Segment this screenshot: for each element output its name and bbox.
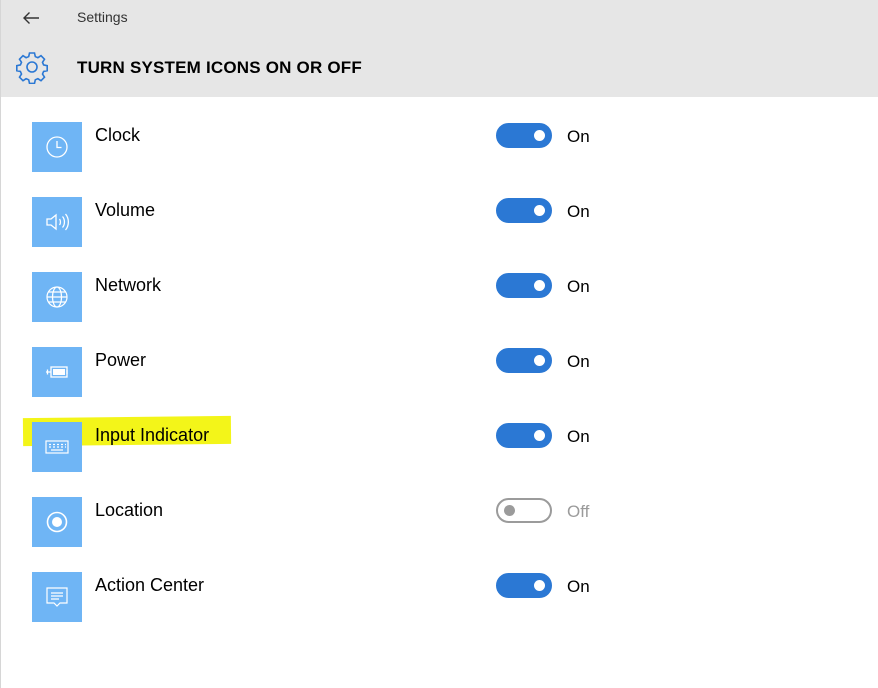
action-center-icon <box>46 587 68 607</box>
page-title: TURN SYSTEM ICONS ON OR OFF <box>77 58 362 77</box>
toggle-knob <box>534 430 545 441</box>
page-header: TURN SYSTEM ICONS ON OR OFF <box>1 36 878 97</box>
title-bar: Settings <box>1 0 878 36</box>
back-button[interactable] <box>17 4 45 32</box>
list-item-location: Location Off <box>1 472 878 547</box>
network-label: Network <box>95 275 162 295</box>
toggle-knob <box>534 355 545 366</box>
list-item-action-center: Action Center On <box>1 547 878 622</box>
input-indicator-label: Input Indicator <box>95 425 210 445</box>
toggle-knob <box>504 505 515 516</box>
input-indicator-state: On <box>567 427 590 446</box>
clock-tile <box>32 122 82 172</box>
list-item-network: Network On <box>1 247 878 322</box>
action-center-tile <box>32 572 82 622</box>
volume-tile <box>32 197 82 247</box>
keyboard-icon <box>45 440 69 454</box>
network-state: On <box>567 277 590 296</box>
back-arrow-icon <box>23 12 39 24</box>
toggle-knob <box>534 130 545 141</box>
power-state: On <box>567 352 590 371</box>
power-tile <box>32 347 82 397</box>
location-toggle[interactable] <box>496 498 552 523</box>
speaker-icon <box>46 213 69 231</box>
list-item-power: Power On <box>1 322 878 397</box>
gear-icon <box>16 52 48 84</box>
location-tile <box>32 497 82 547</box>
app-title: Settings <box>77 9 128 25</box>
volume-toggle[interactable] <box>496 198 552 223</box>
list-item-clock: Clock On <box>1 97 878 172</box>
list-item-volume: Volume On <box>1 172 878 247</box>
globe-icon <box>46 286 68 308</box>
network-toggle[interactable] <box>496 273 552 298</box>
power-label: Power <box>95 350 147 370</box>
settings-window: Settings TURN SYSTEM ICONS ON OR OFF Clo… <box>0 0 878 688</box>
input-indicator-toggle[interactable] <box>496 423 552 448</box>
input-indicator-tile <box>32 422 82 472</box>
clock-icon <box>46 136 68 158</box>
list-item-input-indicator: Input Indicator On <box>1 397 878 472</box>
system-icons-list: Clock On Volume On Network On Power On I… <box>1 97 878 622</box>
network-tile <box>32 272 82 322</box>
location-state: Off <box>567 502 590 521</box>
battery-icon <box>46 366 68 378</box>
toggle-knob <box>534 205 545 216</box>
clock-toggle[interactable] <box>496 123 552 148</box>
volume-label: Volume <box>95 200 156 220</box>
toggle-knob <box>534 280 545 291</box>
clock-state: On <box>567 127 590 146</box>
toggle-knob <box>534 580 545 591</box>
location-icon <box>46 511 68 533</box>
action-center-state: On <box>567 577 590 596</box>
action-center-label: Action Center <box>95 575 205 595</box>
power-toggle[interactable] <box>496 348 552 373</box>
location-label: Location <box>95 500 164 520</box>
volume-state: On <box>567 202 590 221</box>
action-center-toggle[interactable] <box>496 573 552 598</box>
clock-label: Clock <box>95 125 141 145</box>
